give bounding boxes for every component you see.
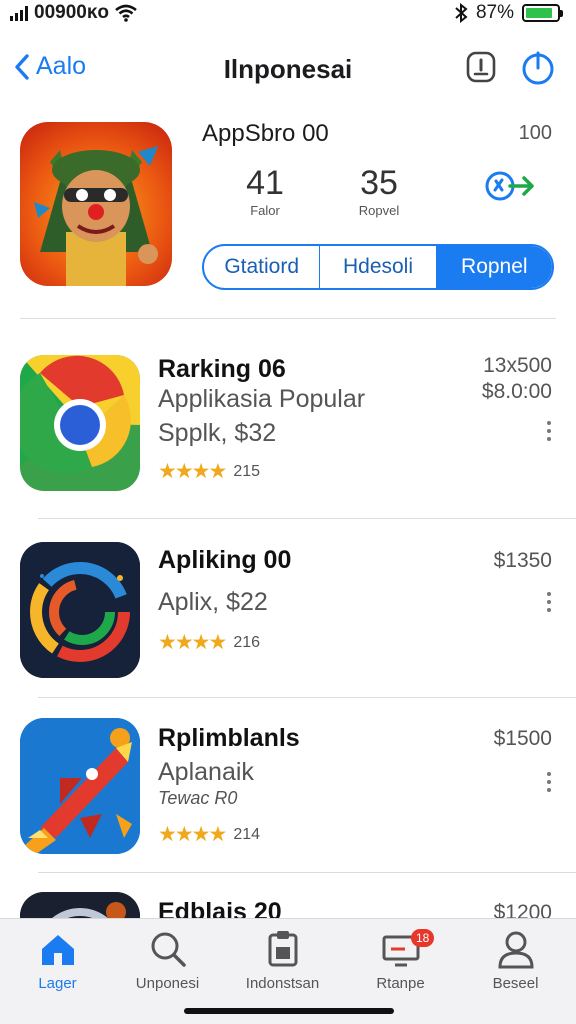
segmented-control: Gtatiord Hdesoli Ropnel	[202, 244, 554, 290]
signal-icon	[10, 5, 28, 21]
battery-icon	[522, 4, 563, 22]
price-right: $1200	[494, 900, 552, 918]
person-icon	[496, 929, 536, 969]
star-rating-icon: ★★★★	[158, 823, 227, 846]
divider	[38, 518, 576, 519]
stat-1: 41 Falor	[230, 164, 300, 218]
share-button[interactable]	[484, 168, 534, 204]
rating-count: 216	[233, 633, 261, 651]
segment-0[interactable]: Gtatiord	[204, 246, 321, 288]
home-icon	[38, 929, 78, 969]
rating-count: 214	[233, 825, 261, 843]
stat-label: Falor	[250, 203, 280, 218]
featured-app-icon[interactable]	[20, 122, 172, 286]
tab-label: Indonstsan	[245, 975, 320, 992]
timer-button[interactable]	[520, 50, 556, 86]
list-item[interactable]: Rarking 06 Applikasia Popular Spplk, $32…	[20, 353, 560, 495]
tab-label: Beseel	[492, 975, 539, 992]
app-name: Apliking 00	[158, 546, 292, 574]
divider	[20, 318, 556, 319]
divider	[38, 872, 576, 873]
tab-indonstsan[interactable]: Indonstsan	[225, 929, 340, 992]
app-price: Spplk, $32	[158, 419, 277, 447]
share-icon	[485, 171, 534, 201]
notification-badge: 18	[411, 929, 435, 947]
tab-lager[interactable]: Lager	[0, 929, 115, 992]
bell-icon	[466, 51, 496, 83]
stat-2: 35 Ropvel	[344, 164, 414, 218]
price-line: $1500	[493, 727, 552, 750]
price-right: 13x500 $8.0:00	[482, 353, 552, 405]
search-icon	[148, 929, 188, 969]
navigation-bar: Aalo Ilnponesai	[0, 44, 576, 96]
app-name: Rarking 06	[158, 355, 286, 383]
star-rating-icon: ★★★★	[158, 460, 227, 483]
stat-value: 35	[360, 164, 398, 202]
rating: ★★★★ 216	[158, 630, 260, 655]
clock-icon	[522, 51, 554, 85]
price-right: $1500	[494, 726, 552, 752]
rating: ★★★★ 214	[158, 822, 260, 847]
status-bar: 00900ĸo 87%	[0, 0, 576, 26]
app-name: Rplimblanls	[158, 724, 300, 752]
price-line: $1350	[493, 549, 552, 572]
rating-count: 215	[233, 462, 261, 480]
more-options-button[interactable]	[546, 417, 552, 445]
app-icon-rocket[interactable]	[20, 718, 140, 854]
tab-rtanpe[interactable]: 18 Rtanpe	[343, 929, 458, 992]
segment-1[interactable]: Hdesoli	[320, 246, 437, 288]
wifi-icon	[115, 4, 137, 22]
list-item[interactable]: Edblais 20 $1200	[20, 892, 560, 918]
list-item[interactable]: Apliking 00 Aplix, $22 ★★★★ 216 $1350	[20, 542, 560, 682]
stat-label: Ropvel	[358, 203, 400, 218]
tab-label: Rtanpe	[376, 975, 425, 992]
battery-percent: 87%	[475, 2, 514, 23]
app-subtitle: Aplanaik	[158, 758, 254, 786]
tab-unponesi[interactable]: Unponesi	[110, 929, 225, 992]
divider	[38, 697, 576, 698]
star-rating-icon: ★★★★	[158, 631, 227, 654]
segment-2[interactable]: Ropnel	[436, 246, 552, 288]
rating: ★★★★ 215	[158, 459, 260, 484]
app-name: Edblais 20	[158, 898, 282, 918]
tab-beseel[interactable]: Beseel	[458, 929, 573, 992]
more-options-button[interactable]	[546, 768, 552, 796]
tab-label: Unponesi	[135, 975, 200, 992]
app-subtitle: Applikasia Popular	[158, 385, 366, 413]
price-line: $8.0:00	[481, 380, 552, 403]
featured-count: 100	[518, 122, 552, 144]
clipboard-icon	[263, 929, 303, 969]
notification-button[interactable]	[464, 50, 500, 86]
featured-app-name: AppSbro 00	[202, 120, 329, 147]
featured-app-card[interactable]: AppSbro 00 100 41 Falor 35 Ropvel Gtatio…	[20, 120, 556, 295]
price-line: 13x500	[483, 354, 552, 377]
app-price: Tewac R0	[158, 788, 238, 808]
app-icon-browser[interactable]	[20, 355, 140, 491]
price-line: $1200	[493, 901, 552, 918]
app-icon-partial[interactable]	[20, 892, 140, 918]
home-indicator[interactable]	[184, 1008, 394, 1014]
stat-value: 41	[246, 164, 284, 202]
price-right: $1350	[494, 548, 552, 574]
carrier-label: 00900ĸo	[34, 2, 110, 23]
app-price: Aplix, $22	[158, 588, 268, 616]
tab-label: Lager	[38, 975, 77, 992]
app-icon-swirl[interactable]	[20, 542, 140, 678]
list-item[interactable]: Rplimblanls Aplanaik Tewac R0 ★★★★ 214 $…	[20, 718, 560, 858]
more-options-button[interactable]	[546, 588, 552, 616]
bluetooth-icon	[455, 3, 468, 23]
